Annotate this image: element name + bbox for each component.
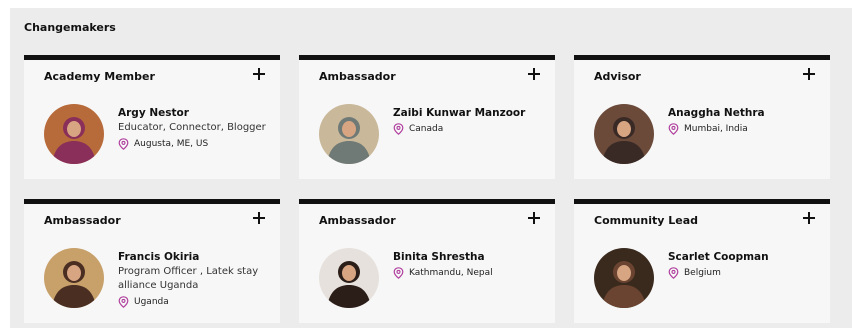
- avatar: [44, 248, 104, 308]
- card-info: Scarlet Coopman Belgium: [668, 250, 818, 279]
- card-info: Anaggha Nethra Mumbai, India: [668, 106, 818, 135]
- card-info: Francis Okiria Program Officer , Latek s…: [118, 250, 268, 308]
- person-name[interactable]: Argy Nestor: [118, 106, 268, 120]
- person-description: Program Officer , Latek stay alliance Ug…: [118, 266, 259, 291]
- plus-icon[interactable]: [527, 211, 541, 225]
- changemakers-grid: Academy Member Argy Nestor Educator, Con…: [24, 55, 830, 325]
- plus-icon[interactable]: [527, 67, 541, 81]
- card-info: Binita Shrestha Kathmandu, Nepal: [393, 250, 543, 279]
- person-name[interactable]: Anaggha Nethra: [668, 106, 818, 120]
- section-title: Changemakers: [24, 21, 116, 34]
- location-pin-icon: [393, 123, 404, 135]
- person-location: Kathmandu, Nepal: [393, 267, 543, 279]
- plus-icon[interactable]: [802, 67, 816, 81]
- person-name[interactable]: Scarlet Coopman: [668, 250, 818, 264]
- changemaker-card: Community Lead Scarlet Coopman Belgium: [574, 199, 830, 323]
- plus-icon[interactable]: [252, 67, 266, 81]
- person-location: Uganda: [118, 296, 268, 308]
- avatar-photo: [594, 248, 654, 308]
- person-description: Educator, Connector, Blogger: [118, 122, 266, 133]
- card-role: Ambassador: [319, 70, 396, 83]
- avatar: [594, 104, 654, 164]
- avatar: [319, 248, 379, 308]
- location-pin-icon: [393, 267, 404, 279]
- avatar-photo: [44, 248, 104, 308]
- changemaker-card: Ambassador Binita Shrestha Kathmandu, Ne…: [299, 199, 555, 323]
- card-role: Academy Member: [44, 70, 155, 83]
- changemaker-card: Ambassador Francis Okiria Program Office…: [24, 199, 280, 323]
- avatar: [44, 104, 104, 164]
- location-text: Kathmandu, Nepal: [409, 268, 493, 278]
- location-text: Belgium: [684, 268, 721, 278]
- avatar-photo: [44, 104, 104, 164]
- location-text: Augusta, ME, US: [134, 139, 209, 149]
- person-name[interactable]: Francis Okiria: [118, 250, 268, 264]
- location-text: Mumbai, India: [684, 124, 748, 134]
- card-role: Ambassador: [44, 214, 121, 227]
- card-role: Advisor: [594, 70, 641, 83]
- changemaker-card: Ambassador Zaibi Kunwar Manzoor Canada: [299, 55, 555, 179]
- plus-icon[interactable]: [252, 211, 266, 225]
- person-location: Augusta, ME, US: [118, 138, 268, 150]
- person-name[interactable]: Zaibi Kunwar Manzoor: [393, 106, 543, 120]
- avatar-photo: [594, 104, 654, 164]
- changemaker-card: Advisor Anaggha Nethra Mumbai, India: [574, 55, 830, 179]
- plus-icon[interactable]: [802, 211, 816, 225]
- card-info: Zaibi Kunwar Manzoor Canada: [393, 106, 543, 135]
- avatar-photo: [319, 104, 379, 164]
- location-pin-icon: [668, 267, 679, 279]
- card-info: Argy Nestor Educator, Connector, Blogger…: [118, 106, 268, 150]
- avatar: [319, 104, 379, 164]
- person-location: Canada: [393, 123, 543, 135]
- changemakers-panel: Changemakers Academy Member Argy Nestor …: [10, 8, 852, 328]
- changemaker-card: Academy Member Argy Nestor Educator, Con…: [24, 55, 280, 179]
- location-pin-icon: [118, 138, 129, 150]
- location-pin-icon: [668, 123, 679, 135]
- location-text: Canada: [409, 124, 444, 134]
- avatar: [594, 248, 654, 308]
- avatar-photo: [319, 248, 379, 308]
- location-text: Uganda: [134, 297, 169, 307]
- card-role: Ambassador: [319, 214, 396, 227]
- location-pin-icon: [118, 296, 129, 308]
- person-location: Mumbai, India: [668, 123, 818, 135]
- person-name[interactable]: Binita Shrestha: [393, 250, 543, 264]
- person-location: Belgium: [668, 267, 818, 279]
- card-role: Community Lead: [594, 214, 699, 227]
